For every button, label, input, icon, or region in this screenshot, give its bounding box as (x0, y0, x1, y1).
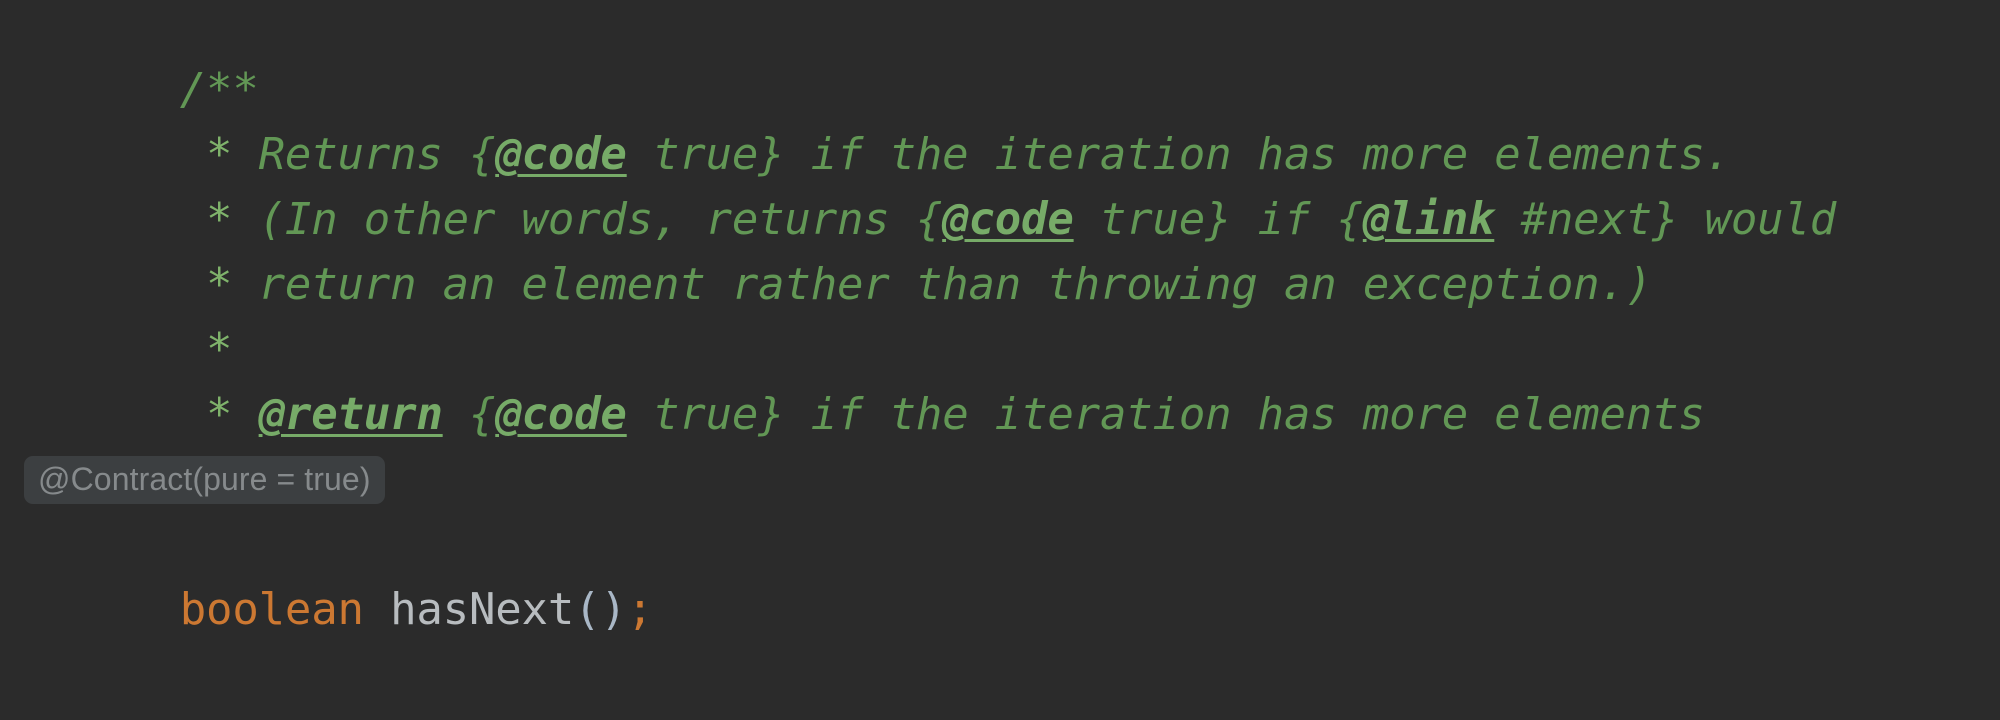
javadoc-inline-tag-code[interactable]: @code (942, 194, 1074, 245)
javadoc-star: * (179, 389, 259, 440)
contract-annotation-inlay-hint[interactable]: @Contract(pure = true) (24, 455, 385, 504)
javadoc-open-line[interactable]: /** (22, 0, 2000, 115)
javadoc-body-line[interactable]: * Returns {@code true} if the iteration … (22, 57, 2000, 180)
javadoc-return-line[interactable]: * @return {@code true} if the iteration … (22, 317, 2000, 440)
javadoc-inline-tag-link[interactable]: @link (1363, 194, 1495, 245)
javadoc-text: return an element rather than throwing a… (258, 259, 1653, 310)
javadoc-open-token: /** (179, 64, 259, 115)
inlay-hint-line[interactable]: @Contract(pure = true) (22, 447, 2000, 512)
javadoc-inline-tag-code[interactable]: @code (495, 389, 627, 440)
javadoc-text: true} if the iteration has more elements… (626, 129, 1731, 180)
javadoc-text: true} if { (1073, 194, 1363, 245)
javadoc-text: { (442, 389, 496, 440)
javadoc-star: * (179, 324, 233, 375)
method-signature-line[interactable]: boolean hasNext(); (22, 512, 2000, 635)
statement-terminator: ; (626, 584, 654, 635)
javadoc-block-tag-return[interactable]: @return (259, 389, 443, 440)
javadoc-star: * (179, 194, 259, 245)
javadoc-text: Returns { (258, 129, 496, 180)
javadoc-text: (In other words, returns { (258, 194, 943, 245)
method-name-hasnext[interactable]: hasNext (390, 584, 574, 635)
javadoc-star: * (179, 129, 259, 180)
code-lines-container: /** * Returns {@code true} if the iterat… (22, 0, 2000, 720)
parameter-parentheses: () (574, 584, 627, 635)
javadoc-text: #next} would (1494, 194, 1837, 245)
javadoc-star: * (179, 259, 259, 310)
javadoc-text: true} if the iteration has more elements (626, 389, 1705, 440)
keyword-boolean: boolean (179, 584, 364, 635)
javadoc-inline-tag-code[interactable]: @code (495, 129, 627, 180)
code-editor-pane[interactable]: /** * Returns {@code true} if the iterat… (0, 0, 2000, 720)
